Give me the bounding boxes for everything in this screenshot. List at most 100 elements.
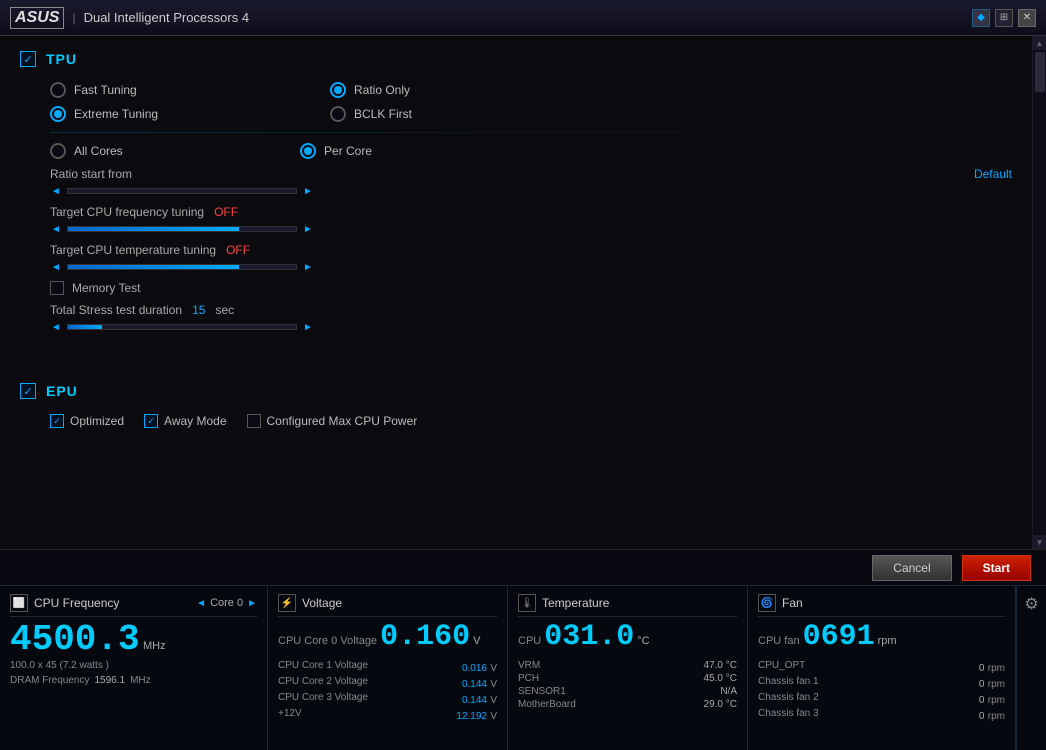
epu-checkbox[interactable]	[20, 383, 36, 399]
window-controls: ◆ ⊞ ✕	[972, 9, 1036, 27]
core-left-arrow[interactable]: ◄	[196, 598, 206, 609]
epu-optimized-label: Optimized	[70, 414, 124, 428]
epu-optimized-checkbox[interactable]: ✓	[50, 414, 64, 428]
ratio-start-row: Ratio start from Default ◄ ►	[20, 167, 1012, 197]
title-bar: ASUS | Dual Intelligent Processors 4 ◆ ⊞…	[0, 0, 1046, 36]
temp-item-2: SENSOR1 N/A	[518, 686, 737, 697]
scroll-panel: TPU Fast Tuning Ratio Only	[0, 36, 1032, 549]
epu-configured-checkbox[interactable]	[247, 414, 261, 428]
cpu-temp-tuning-value: OFF	[226, 243, 250, 257]
all-cores-radio[interactable]	[50, 143, 66, 159]
temp-main-row: CPU 031.0 °C	[518, 622, 737, 652]
cpu-temp-slider-right[interactable]: ►	[302, 261, 314, 273]
epu-configured-label: Configured Max CPU Power	[267, 414, 418, 428]
dram-unit: MHz	[130, 675, 151, 686]
extreme-tuning-label: Extreme Tuning	[74, 107, 158, 121]
action-bar: Cancel Start	[0, 549, 1046, 585]
tpu-checkbox[interactable]	[20, 51, 36, 67]
fast-tuning-label: Fast Tuning	[74, 83, 137, 97]
ratio-only-radio[interactable]	[330, 82, 346, 98]
all-cores-option[interactable]: All Cores	[50, 143, 210, 159]
ratio-slider-container: ◄ ►	[50, 185, 1012, 197]
main-layout: TPU Fast Tuning Ratio Only	[0, 36, 1046, 750]
voltage-item-1: CPU Core 2 Voltage 0.144 V	[278, 676, 497, 690]
minimize-button[interactable]: ◆	[972, 9, 990, 27]
fan-items: CPU_OPT 0 rpm Chassis fan 1 0 rpm Chassi…	[758, 660, 1005, 722]
temp-main-unit: °C	[637, 635, 649, 647]
stress-label: Total Stress test duration	[50, 303, 182, 317]
temp-panel-title: Temperature	[542, 596, 609, 610]
ratio-slider-track[interactable]	[67, 188, 297, 194]
per-core-radio[interactable]	[300, 143, 316, 159]
ratio-default-value: Default	[974, 167, 1012, 181]
fan-icon: 🌀	[758, 594, 776, 612]
fast-tuning-radio[interactable]	[50, 82, 66, 98]
per-core-option[interactable]: Per Core	[300, 143, 460, 159]
ratio-slider-left[interactable]: ◄	[50, 185, 62, 197]
cpu-temp-slider-container: ◄ ►	[50, 261, 1012, 273]
temp-panel-header: 🌡 Temperature	[518, 594, 737, 617]
stress-slider-right[interactable]: ►	[302, 321, 314, 333]
core-right-arrow[interactable]: ►	[247, 598, 257, 609]
bclk-first-radio[interactable]	[330, 106, 346, 122]
voltage-panel-title: Voltage	[302, 596, 342, 610]
dram-label: DRAM Frequency	[10, 675, 89, 686]
voltage-items: CPU Core 1 Voltage 0.016 V CPU Core 2 Vo…	[278, 660, 497, 722]
voltage-main-value: 0.160	[380, 622, 470, 652]
cpu-temp-slider-track[interactable]	[67, 264, 297, 270]
epu-section: EPU ✓ Optimized ✓ Away Mode	[20, 383, 1012, 428]
core-selector[interactable]: ◄ Core 0 ►	[196, 597, 257, 609]
epu-optimized-option[interactable]: ✓ Optimized	[50, 414, 124, 428]
scroll-down-button[interactable]: ▼	[1033, 535, 1046, 549]
fan-main-row: CPU fan 0691 rpm	[758, 622, 1005, 652]
stress-value: 15	[192, 303, 205, 317]
cpu-temp-slider-left[interactable]: ◄	[50, 261, 62, 273]
scrollbar-track[interactable]	[1033, 50, 1046, 535]
tuning-options-row: Fast Tuning Ratio Only	[20, 82, 1012, 98]
cpu-freq-slider-track[interactable]	[67, 226, 297, 232]
dram-value: 1596.1	[94, 675, 125, 686]
epu-configured-option[interactable]: Configured Max CPU Power	[247, 414, 418, 428]
cpu-temp-tuning-label: Target CPU temperature tuning	[50, 243, 216, 257]
voltage-panel: ⚡ Voltage CPU Core 0 Voltage 0.160 V CPU…	[268, 586, 508, 750]
epu-away-checkbox[interactable]: ✓	[144, 414, 158, 428]
cpu-temp-tuning-row: Target CPU temperature tuning OFF ◄ ►	[20, 243, 1012, 273]
extreme-bclk-row: Extreme Tuning BCLK First	[20, 106, 1012, 122]
cpu-freq-slider-right[interactable]: ►	[302, 223, 314, 235]
settings-icon[interactable]: ⚙	[1024, 594, 1038, 614]
fast-tuning-option[interactable]: Fast Tuning	[50, 82, 210, 98]
core-options-row: All Cores Per Core	[20, 143, 1012, 159]
dram-row: DRAM Frequency 1596.1 MHz	[10, 675, 257, 686]
grid-button[interactable]: ⊞	[995, 9, 1013, 27]
extreme-tuning-option[interactable]: Extreme Tuning	[50, 106, 210, 122]
cpu-freq-slider-container: ◄ ►	[50, 223, 1012, 235]
stress-slider-track[interactable]	[67, 324, 297, 330]
epu-away-option[interactable]: ✓ Away Mode	[144, 414, 226, 428]
per-core-label: Per Core	[324, 144, 372, 158]
ratio-only-label: Ratio Only	[354, 83, 410, 97]
voltage-item-0: CPU Core 1 Voltage 0.016 V	[278, 660, 497, 674]
start-button[interactable]: Start	[962, 555, 1031, 581]
voltage-main-row: CPU Core 0 Voltage 0.160 V	[278, 622, 497, 652]
cpu-panel-title: CPU Frequency	[34, 596, 119, 610]
scroll-up-button[interactable]: ▲	[1033, 36, 1046, 50]
stress-slider-container: ◄ ►	[50, 321, 1012, 333]
ratio-only-option[interactable]: Ratio Only	[330, 82, 490, 98]
cancel-button[interactable]: Cancel	[872, 555, 951, 581]
settings-panel[interactable]: ⚙	[1016, 586, 1046, 750]
close-button[interactable]: ✕	[1018, 9, 1036, 27]
memory-test-checkbox[interactable]	[50, 281, 64, 295]
stress-slider-left[interactable]: ◄	[50, 321, 62, 333]
stress-unit: sec	[215, 303, 234, 317]
tpu-header: TPU	[20, 51, 1012, 67]
bclk-first-option[interactable]: BCLK First	[330, 106, 490, 122]
separator-1	[50, 132, 1012, 133]
fan-panel: 🌀 Fan CPU fan 0691 rpm CPU_OPT 0 rpm Cha…	[748, 586, 1016, 750]
all-cores-label: All Cores	[74, 144, 123, 158]
ratio-slider-right[interactable]: ►	[302, 185, 314, 197]
extreme-tuning-radio[interactable]	[50, 106, 66, 122]
scrollbar-thumb[interactable]	[1035, 52, 1045, 92]
cpu-freq-slider-left[interactable]: ◄	[50, 223, 62, 235]
scrollbar[interactable]: ▲ ▼	[1032, 36, 1046, 549]
epu-away-label: Away Mode	[164, 414, 226, 428]
